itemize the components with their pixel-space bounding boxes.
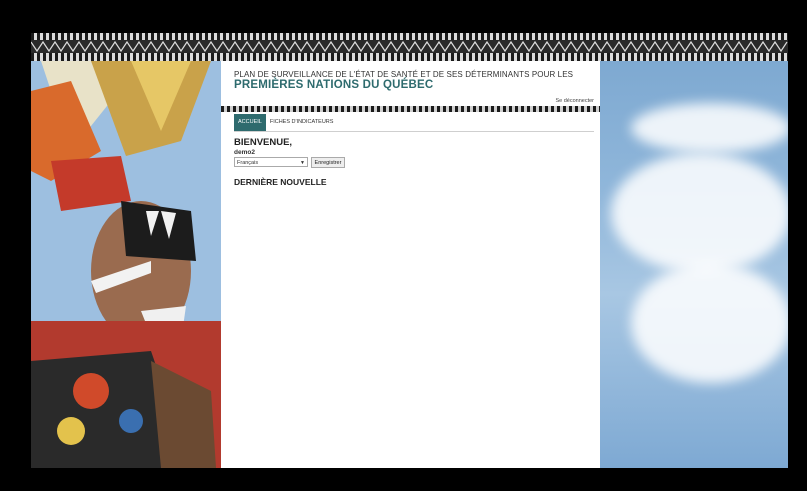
site-subtitle: PLAN DE SURVEILLANCE DE L'ÉTAT DE SANTÉ … bbox=[234, 70, 574, 79]
username-label: demo2 bbox=[234, 149, 255, 156]
tab-accueil[interactable]: ACCUEIL bbox=[234, 114, 266, 131]
decorative-banner bbox=[31, 33, 788, 61]
decorative-divider bbox=[221, 106, 600, 112]
chevron-down-icon: ▼ bbox=[300, 160, 305, 166]
browser-viewport: PLAN DE SURVEILLANCE DE L'ÉTAT DE SANTÉ … bbox=[31, 33, 788, 468]
main-panel: PLAN DE SURVEILLANCE DE L'ÉTAT DE SANTÉ … bbox=[221, 61, 600, 468]
save-button[interactable]: Enregistrer bbox=[311, 157, 345, 168]
tab-underline bbox=[234, 131, 594, 132]
welcome-heading: BIENVENUE, bbox=[234, 137, 293, 148]
nav-tabs: ACCUEIL FICHES D'INDICATEURS bbox=[234, 114, 337, 131]
news-heading: DERNIÈRE NOUVELLE bbox=[234, 177, 327, 187]
language-select-value: Français bbox=[237, 160, 259, 166]
dancer-photo bbox=[31, 61, 221, 468]
logout-link[interactable]: Se déconnecter bbox=[555, 98, 594, 104]
site-title: PREMIÈRES NATIONS DU QUÉBEC bbox=[234, 79, 434, 91]
language-select[interactable]: Français ▼ bbox=[234, 157, 308, 167]
tab-fiches-indicateurs[interactable]: FICHES D'INDICATEURS bbox=[266, 114, 338, 131]
